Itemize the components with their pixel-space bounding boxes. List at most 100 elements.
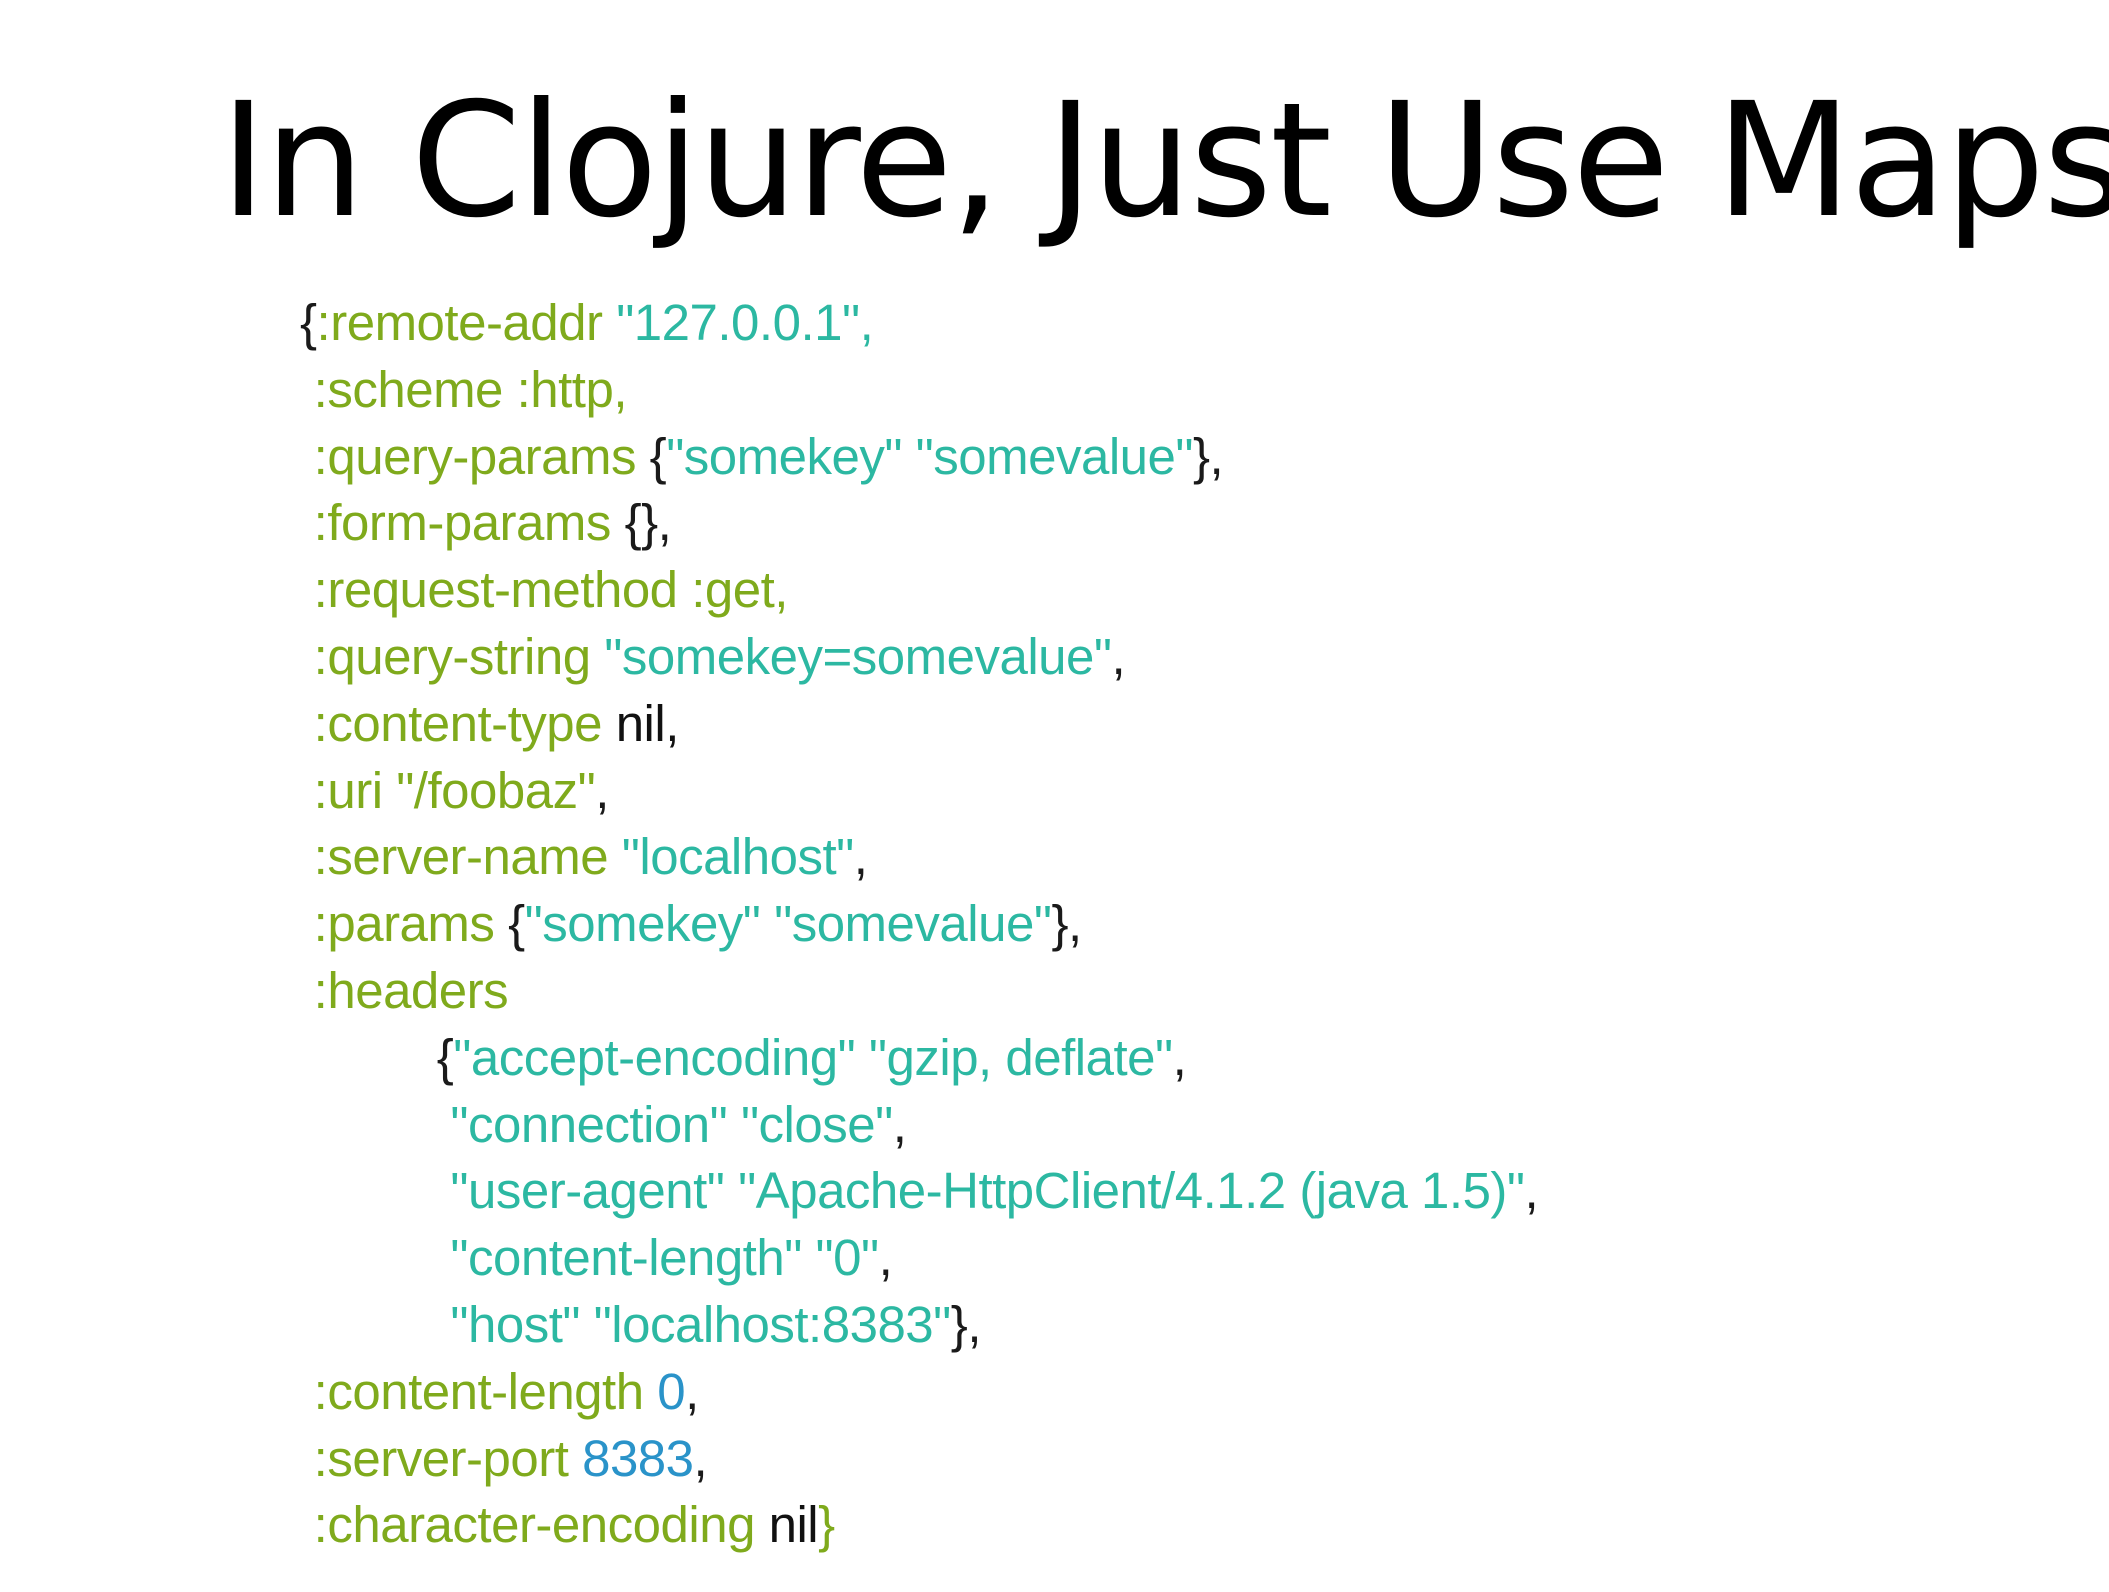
code-line: "user-agent" "Apache-HttpClient/4.1.2 (j… [300,1158,1538,1225]
slide-title: In Clojure, Just Use Maps [220,69,2109,253]
code-line: :request-method :get, [300,557,1538,624]
code-token-punct: , [1111,627,1126,685]
code-line: :query-string "somekey=somevalue", [300,624,1538,691]
code-line: :query-params {"somekey" "somevalue"}, [300,424,1538,491]
code-token-keyword: :content-type [313,694,603,752]
code-line: :server-port 8383, [300,1426,1538,1493]
code-token-punct: {}, [624,494,672,552]
code-token-keyword: :http, [516,360,628,418]
code-token-string: "somekey" [666,427,902,485]
code-token-string: "close" [740,1095,893,1153]
code-token-string: "Apache-HttpClient/4.1.2 (java 1.5)" [738,1162,1525,1220]
code-token-keyword: "/foobaz" [396,761,596,819]
code-token-string: "localhost:8383" [593,1295,952,1353]
code-token-string: , [859,294,874,351]
code-token-string: "localhost" [621,828,855,886]
code-line: "content-length" "0", [300,1225,1538,1292]
code-token-number: 0 [657,1362,686,1420]
code-token-keyword: :get, [691,561,788,619]
slide: In Clojure, Just Use Maps {:remote-addr … [0,0,2109,1592]
code-token-punct: , [1524,1162,1539,1220]
code-line: :content-length 0, [300,1359,1538,1426]
code-token-punct: , [685,1362,699,1420]
code-token-string: "user-agent" [450,1162,725,1220]
code-token-keyword: :uri [313,761,383,819]
code-line: :headers [300,958,1538,1025]
code-token-punct: , [892,1095,907,1153]
code-token-string: "host" [450,1295,580,1353]
code-line: :uri "/foobaz", [300,758,1538,825]
code-token-punct: , [595,761,609,819]
code-token-punct: { [300,294,317,351]
code-token-punct: }, [1051,895,1082,953]
code-line: :scheme :http, [300,357,1538,424]
code-token-punct: , [693,1429,708,1487]
code-token-keyword: :request-method [313,561,678,619]
code-token-number: 8383 [582,1429,694,1487]
code-token-string: "gzip, deflate" [868,1028,1173,1086]
code-token-string: "127.0.0.1" [616,294,860,351]
code-line: :params {"somekey" "somevalue"}, [300,891,1538,958]
code-token-string: "somekey" [524,895,761,953]
code-block: {:remote-addr "127.0.0.1", :scheme :http… [300,290,1539,1559]
code-token-string: "accept-encoding" [453,1028,856,1086]
code-token-keyword: :params [313,895,495,953]
code-token-string: "somekey=somevalue" [604,627,1112,685]
code-line: :form-params {}, [300,490,1538,557]
code-token-nil: nil, [615,694,680,752]
code-line: :content-type nil, [300,691,1538,758]
code-token-punct: { [436,1028,454,1086]
code-token-keyword: :headers [313,961,509,1019]
code-token-punct: { [649,427,667,485]
code-line: :character-encoding nil} [300,1492,1538,1559]
code-line: "host" "localhost:8383"}, [300,1292,1538,1359]
code-line: :server-name "localhost", [300,824,1538,891]
code-line: {:remote-addr "127.0.0.1", [300,290,1538,357]
code-token-string: "content-length" [450,1229,802,1287]
code-token-keyword: :server-name [313,828,609,886]
code-token-keyword: :remote-addr [316,294,603,351]
code-token-keyword: :character-encoding [313,1496,756,1554]
code-line: {"accept-encoding" "gzip, deflate", [300,1025,1538,1092]
code-token-punct: , [853,828,868,886]
code-token-string: "somevalue" [915,427,1194,485]
code-token-punct: , [878,1229,893,1287]
code-token-string: "somevalue" [774,895,1052,953]
code-token-keyword: :query-params [313,427,637,485]
code-token-keyword: :content-length [313,1362,644,1420]
code-token-keyword: :server-port [313,1429,569,1487]
code-token-keyword: :query-string [313,627,591,685]
